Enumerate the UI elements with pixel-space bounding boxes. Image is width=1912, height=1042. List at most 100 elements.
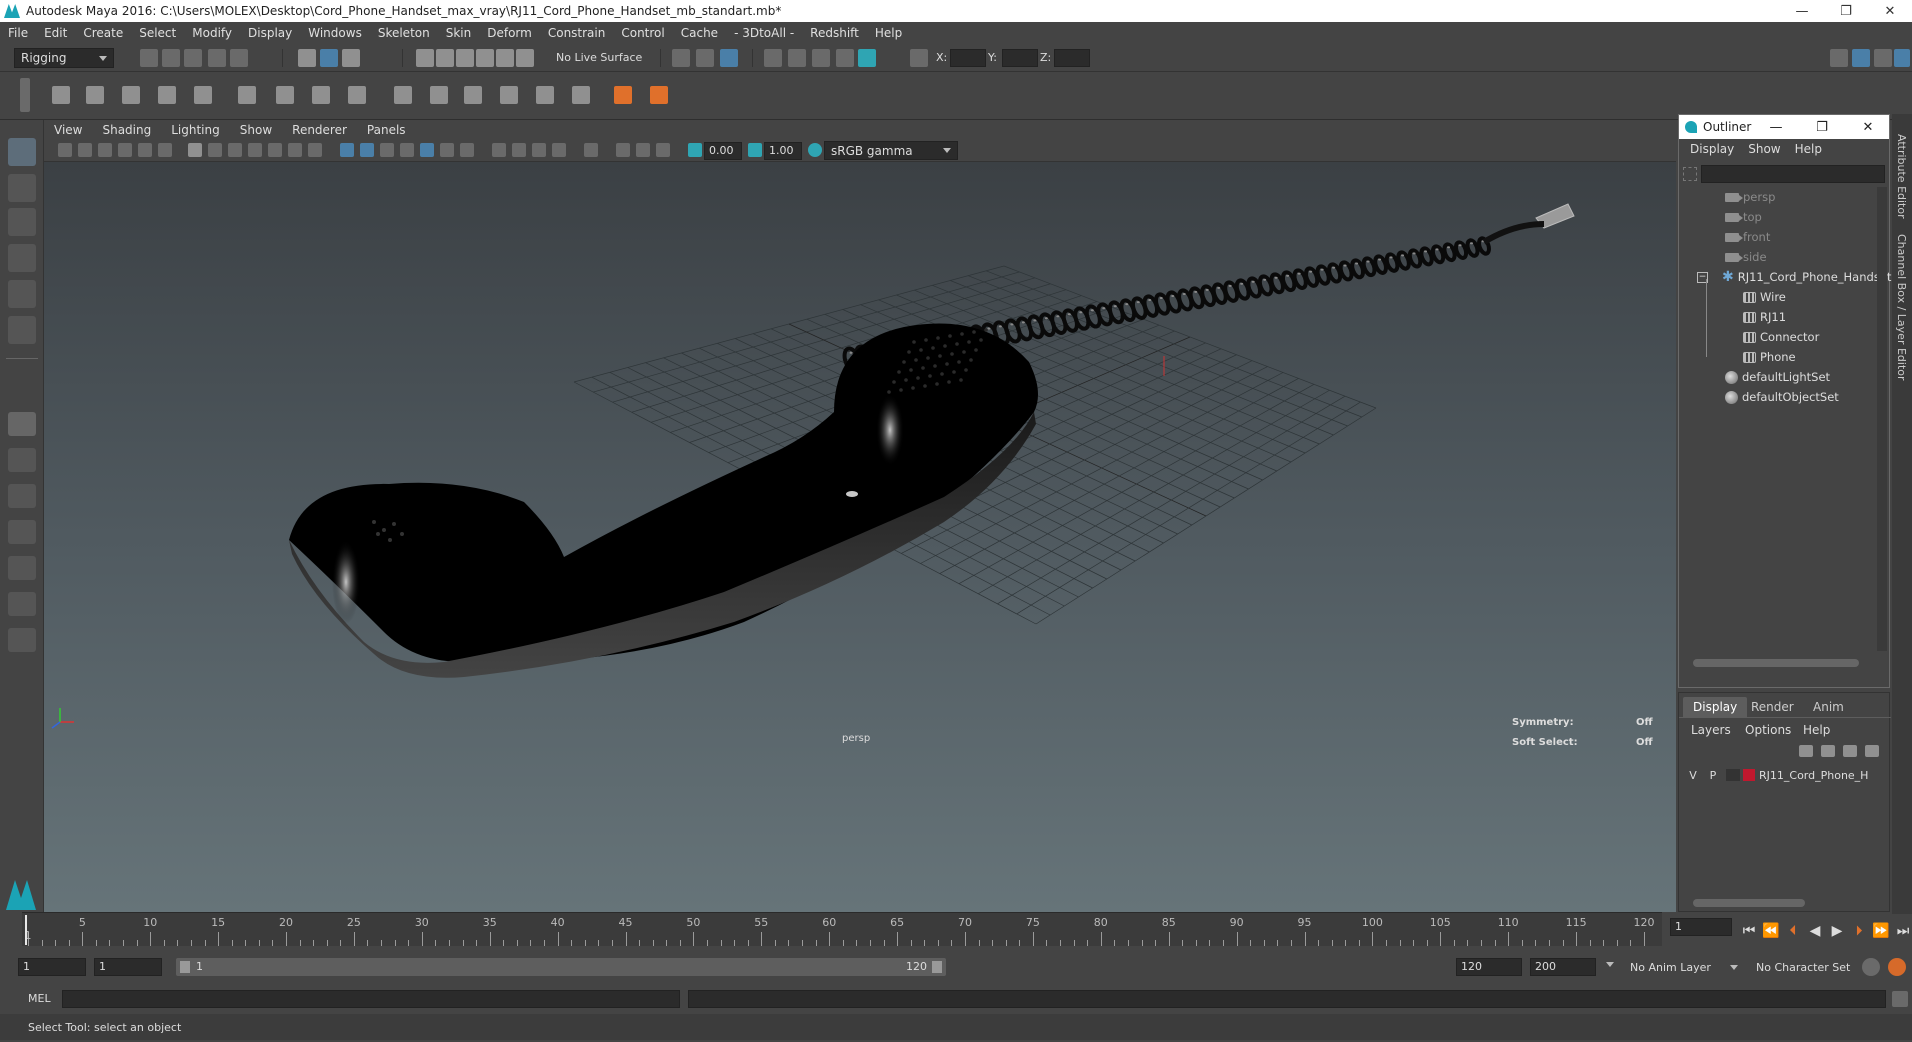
depth-of-field-icon[interactable] [552,143,566,157]
save-scene-icon[interactable] [184,49,202,67]
bind-skin-icon[interactable] [238,86,256,104]
grease-pencil-icon[interactable] [158,143,172,157]
outliner-maximize-button[interactable]: ❐ [1799,115,1845,139]
menu-help[interactable]: Help [867,26,910,40]
pole-vector-icon[interactable] [572,86,590,104]
menu-modify[interactable]: Modify [184,26,240,40]
channel-box-tab[interactable]: Channel Box / Layer Editor [1895,234,1908,381]
safe-action-icon[interactable] [288,143,302,157]
new-layer-selected-icon[interactable] [1865,745,1879,757]
menu-redshift[interactable]: Redshift [802,26,867,40]
ipr-render-icon[interactable] [812,49,830,67]
input-ops-icon[interactable] [672,49,690,67]
character-set-dropdown[interactable]: No Character Set [1752,958,1868,976]
film-gate-icon[interactable] [208,143,222,157]
parent-constraint-icon[interactable] [394,86,412,104]
render-settings-icon[interactable] [836,49,854,67]
ik-spline-icon[interactable] [122,86,140,104]
gamma-icon[interactable] [748,143,762,157]
x-ray-icon[interactable] [616,143,630,157]
step-back-frame-icon[interactable]: ⏪ [1762,922,1780,940]
scale-constraint-icon[interactable] [500,86,518,104]
persp-graph-layout-icon[interactable] [8,520,36,544]
isolate-select-icon[interactable] [584,143,598,157]
hypershade-icon[interactable] [858,49,876,67]
x-ray-joints-icon[interactable] [656,143,670,157]
outliner-layout-icon[interactable] [8,592,36,616]
menu-cache[interactable]: Cache [673,26,726,40]
ambient-occlusion-icon[interactable] [492,143,506,157]
tree-item-rj11-group[interactable]: − ✱ RJ11_Cord_Phone_Handset [1697,267,1891,287]
x-field[interactable] [950,49,986,67]
set-key-icon[interactable] [650,86,668,104]
outliner-close-button[interactable]: ✕ [1845,115,1891,139]
step-forward-key-icon[interactable]: ⏵ [1850,922,1868,940]
exposure-icon[interactable] [688,143,702,157]
outliner-menu-show[interactable]: Show [1741,142,1787,156]
tree-item-default-light-set[interactable]: defaultLightSet [1725,367,1830,387]
auto-key-icon[interactable] [1862,958,1880,976]
layer-tab-render[interactable]: Render [1741,697,1804,717]
menu-skin[interactable]: Skin [438,26,480,40]
ik-handle-icon[interactable] [86,86,104,104]
outliner-menu-help[interactable]: Help [1788,142,1829,156]
animation-preferences-icon[interactable] [1888,958,1906,976]
resolution-gate-icon[interactable] [228,143,242,157]
range-end-handle[interactable] [932,961,942,973]
range-slider[interactable]: 1 120 [176,958,946,976]
tree-item-connector[interactable]: Connector [1743,327,1819,347]
menu-deform[interactable]: Deform [479,26,540,40]
menu-set-dropdown[interactable]: Rigging [14,48,114,68]
layer-menu-help[interactable]: Help [1803,723,1830,737]
hypershade-layout-icon[interactable] [8,556,36,580]
tool-settings-icon[interactable] [1874,49,1892,67]
construction-history-icon[interactable] [720,49,738,67]
snap-grid-icon[interactable] [416,49,434,67]
current-time-indicator[interactable] [25,915,27,945]
panel-menu-shading[interactable]: Shading [92,123,161,137]
layer-tab-display[interactable]: Display [1683,697,1748,717]
lasso-tool-icon[interactable] [8,174,36,202]
animation-start-field[interactable]: 1 [18,958,86,976]
outliner-menu-display[interactable]: Display [1683,142,1741,156]
tree-item-top[interactable]: top [1725,207,1762,227]
tree-item-phone[interactable]: Phone [1743,347,1796,367]
outliner-vertical-scrollbar[interactable] [1877,187,1887,651]
render-frame-icon[interactable] [788,49,806,67]
outliner-horizontal-scrollbar[interactable] [1693,659,1859,667]
script-editor-icon[interactable] [1892,991,1908,1007]
play-backwards-icon[interactable]: ◀ [1806,922,1824,940]
joint-tool-icon[interactable] [52,86,70,104]
animation-end-field[interactable]: 200 [1530,958,1596,976]
single-perspective-layout-icon[interactable] [8,412,36,436]
playback-start-field[interactable]: 1 [94,958,162,976]
snap-point-icon[interactable] [456,49,474,67]
new-layer-empty-icon[interactable] [1843,745,1857,757]
snap-surface-icon[interactable] [516,49,534,67]
step-forward-frame-icon[interactable]: ⏩ [1872,922,1890,940]
field-chart-icon[interactable] [268,143,282,157]
camera-attributes-icon[interactable] [78,143,92,157]
render-view-icon[interactable] [764,49,782,67]
grid-icon[interactable] [188,143,202,157]
layer-menu-options[interactable]: Options [1745,723,1791,737]
paint-weights-icon[interactable] [276,86,294,104]
layer-menu-layers[interactable]: Layers [1691,723,1731,737]
tree-item-front[interactable]: front [1725,227,1770,247]
chevron-down-icon[interactable] [1606,962,1614,967]
point-constraint-icon[interactable] [430,86,448,104]
anim-layer-dropdown[interactable]: No Anim Layer [1626,958,1742,976]
outliner-search-input[interactable] [1701,165,1885,183]
command-input[interactable] [62,990,680,1008]
select-hierarchy-icon[interactable] [298,49,316,67]
locator-icon[interactable] [614,86,632,104]
gate-mask-icon[interactable] [248,143,262,157]
channel-box-toggle-icon[interactable] [1894,49,1910,67]
select-component-icon[interactable] [342,49,360,67]
shadows-icon[interactable] [460,143,474,157]
restore-button[interactable]: ❐ [1824,0,1868,22]
shelf-menu-icon[interactable] [20,78,30,112]
view-transform-dropdown[interactable]: sRGB gamma [824,141,958,160]
layer-row[interactable]: V P RJ11_Cord_Phone_Handset [1683,765,1883,785]
wireframe-icon[interactable] [340,143,354,157]
